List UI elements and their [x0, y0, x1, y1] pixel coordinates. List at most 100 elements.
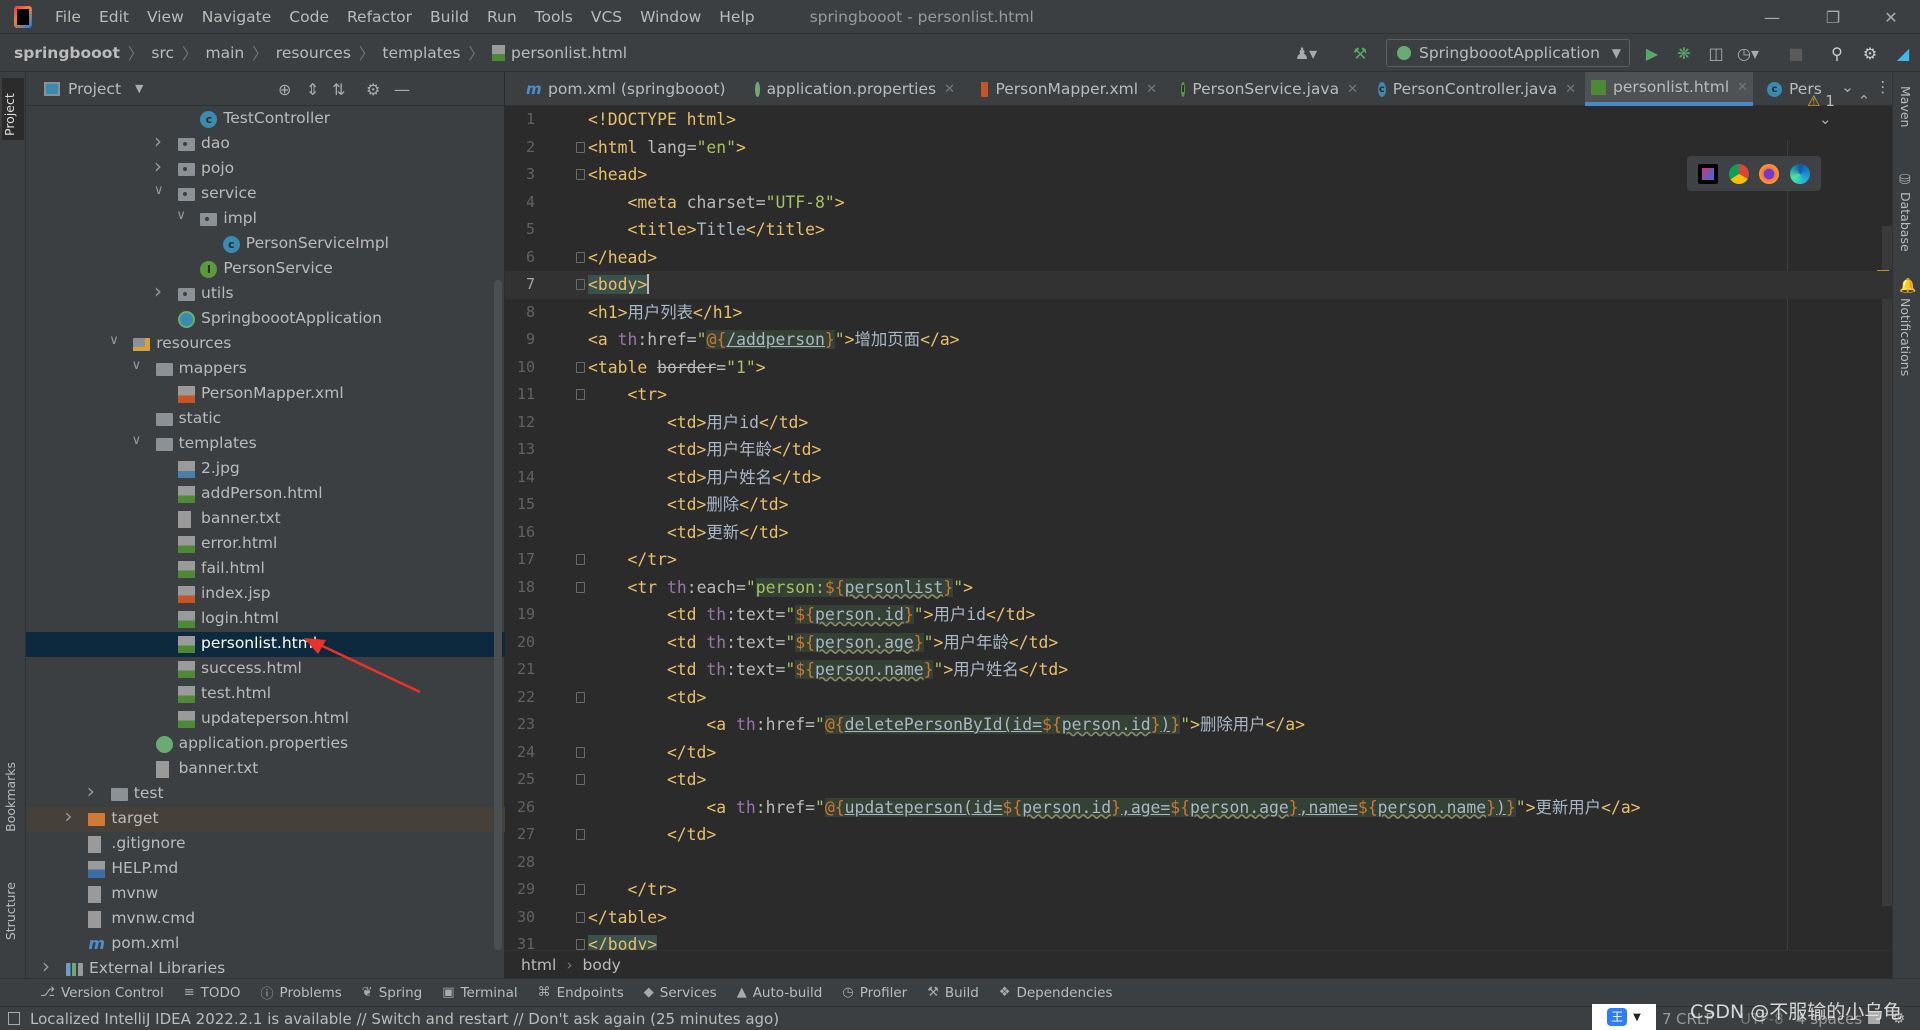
menu-tools[interactable]: Tools — [526, 8, 582, 26]
tree-item[interactable]: application.properties — [26, 732, 505, 757]
close-tab-icon[interactable]: ✕ — [1347, 82, 1358, 97]
fold-marker-icon[interactable] — [576, 554, 585, 565]
caret-position[interactable]: 7 — [1662, 1010, 1672, 1028]
input-method-menu-icon[interactable]: ▼ — [1633, 1012, 1641, 1023]
menu-build[interactable]: Build — [421, 8, 478, 26]
fold-marker-icon[interactable] — [576, 884, 585, 895]
build-hammer-icon[interactable]: ⚒ — [1350, 43, 1370, 63]
code-line[interactable]: 15 <td>删除</td> — [505, 491, 1892, 519]
tree-item[interactable]: index.jsp — [26, 582, 505, 607]
close-tab-icon[interactable]: ✕ — [1737, 80, 1748, 95]
code-line[interactable]: 30 </table> — [505, 904, 1892, 932]
tree-item[interactable]: error.html — [26, 532, 505, 557]
fold-marker-icon[interactable] — [576, 691, 585, 703]
close-button[interactable]: ✕ — [1868, 0, 1914, 34]
tree-item[interactable]: › dao — [26, 129, 505, 157]
tool-window-terminal[interactable]: ▣ Terminal — [442, 985, 517, 1001]
tree-item[interactable]: banner.txt — [26, 507, 505, 532]
chevron-down-icon[interactable]: ∨ — [109, 333, 123, 348]
fold-marker-icon[interactable] — [576, 774, 585, 785]
code-line[interactable]: 31 </body> — [505, 931, 1892, 950]
code-line[interactable]: 9 <a th:href="@{/addperson}">增加页面</a> — [505, 326, 1892, 354]
coverage-icon[interactable]: ◫ — [1706, 43, 1726, 63]
fold-marker-icon[interactable] — [576, 279, 585, 290]
chevron-right-icon[interactable]: › — [42, 954, 56, 978]
stripe-notifications[interactable]: Notifications — [1898, 298, 1913, 376]
tree-item[interactable]: updateperson.html — [26, 707, 505, 732]
chevron-down-icon[interactable]: ∨ — [154, 183, 168, 198]
fold-marker-icon[interactable] — [576, 581, 585, 593]
menu-file[interactable]: File — [46, 8, 90, 26]
gear-icon[interactable]: ⚙ — [1860, 43, 1880, 63]
code-line[interactable]: 22 <td> — [505, 684, 1892, 712]
fold-marker-icon[interactable] — [576, 911, 585, 923]
fold-marker-icon[interactable] — [576, 746, 585, 758]
code-line[interactable]: 12 <td>用户id</td> — [505, 409, 1892, 437]
tree-item[interactable]: ∨ resources — [26, 332, 505, 357]
menu-navigate[interactable]: Navigate — [193, 8, 281, 26]
code-line[interactable]: 2 <html lang="en"> — [505, 134, 1892, 162]
code-line[interactable]: 21 <td th:text="${person.name}">用户姓名</td… — [505, 656, 1892, 684]
menu-run[interactable]: Run — [478, 8, 526, 26]
hide-panel-icon[interactable]: — — [394, 80, 410, 99]
code-line[interactable]: 19 <td th:text="${person.id}">用户id</td> — [505, 601, 1892, 629]
menu-refactor[interactable]: Refactor — [338, 8, 421, 26]
tree-item[interactable]: static — [26, 407, 505, 432]
tree-item[interactable]: 2.jpg — [26, 457, 505, 482]
tree-item[interactable]: mvnw.cmd — [26, 907, 505, 932]
code-line[interactable]: 23 <a th:href="@{deletePersonById(id=${p… — [505, 711, 1892, 739]
tree-item[interactable]: › test — [26, 779, 505, 807]
next-highlight-icon[interactable]: ⌄ — [1819, 110, 1832, 128]
previous-highlight-icon[interactable]: ⌃ — [1858, 92, 1871, 110]
user-icon[interactable]: ♟▾ — [1295, 43, 1317, 63]
chevron-right-icon[interactable]: › — [87, 779, 101, 803]
code-line[interactable]: 14 <td>用户姓名</td> — [505, 464, 1892, 492]
stripe-maven[interactable]: Maven — [1898, 86, 1913, 127]
tree-item[interactable]: ∨ templates — [26, 432, 505, 457]
tool-window-todo[interactable]: ≡ TODO — [184, 985, 241, 1001]
tab-personcontroller-java[interactable]: c PersonController.java ✕ — [1372, 72, 1576, 106]
code-line[interactable]: 29 </tr> — [505, 876, 1892, 904]
close-tab-icon[interactable]: ✕ — [1565, 82, 1576, 97]
debug-icon[interactable]: ❋ — [1674, 43, 1694, 63]
locate-file-icon[interactable]: ⊕ — [278, 80, 291, 99]
tree-item[interactable]: SpringboootApplication — [26, 307, 505, 332]
code-line[interactable]: 7 <body> — [505, 271, 1892, 299]
code-line[interactable]: 27 </td> — [505, 821, 1892, 849]
tool-window-problems[interactable]: ⓘ Problems — [261, 983, 342, 1003]
restore-button[interactable]: ❐ — [1810, 0, 1856, 34]
tree-item[interactable]: HELP.md — [26, 857, 505, 882]
tree-item[interactable]: › utils — [26, 279, 505, 307]
editor-breadcrumb-html[interactable]: html — [521, 956, 556, 974]
menu-window[interactable]: Window — [631, 8, 710, 26]
tool-window-profiler[interactable]: ◷ Profiler — [842, 985, 907, 1001]
editor-breadcrumb-body[interactable]: body — [583, 956, 621, 974]
search-icon[interactable]: ⚲ — [1827, 43, 1847, 63]
gear-icon[interactable]: ⚙ — [366, 80, 380, 99]
fold-marker-icon[interactable] — [576, 361, 585, 373]
tree-item[interactable]: mvnw — [26, 882, 505, 907]
chrome-icon[interactable] — [1728, 163, 1749, 184]
code-line[interactable]: 1 <!DOCTYPE html> — [505, 106, 1892, 134]
code-line[interactable]: 25 <td> — [505, 766, 1892, 794]
code-line[interactable]: 10 <table border="1"> — [505, 354, 1892, 382]
fold-marker-icon[interactable] — [576, 169, 585, 180]
code-line[interactable]: 28 — [505, 849, 1892, 877]
code-line[interactable]: 4 <meta charset="UTF-8"> — [505, 189, 1892, 217]
breadcrumb-main[interactable]: main — [206, 44, 245, 62]
tab-pom-xml-springbooot-[interactable]: mpom.xml (springbooot)✕ — [520, 72, 732, 106]
chevron-down-icon[interactable]: ∨ — [132, 358, 146, 373]
menu-help[interactable]: Help — [710, 8, 763, 26]
code-line[interactable]: 5 <title>Title</title> — [505, 216, 1892, 244]
tree-item[interactable]: › pojo — [26, 154, 505, 182]
code-line[interactable]: 6 </head> — [505, 244, 1892, 272]
chevron-right-icon[interactable]: › — [154, 154, 168, 178]
menu-view[interactable]: View — [138, 8, 193, 26]
tab-personservice-java[interactable]: I PersonService.java ✕ — [1175, 72, 1358, 106]
edge-icon[interactable] — [1789, 163, 1810, 184]
tree-item[interactable]: ∨ service — [26, 182, 505, 207]
chevron-right-icon[interactable]: › — [64, 804, 78, 828]
code-area[interactable]: 1 <!DOCTYPE html> 2 <html lang="en"> 3 <head>… — [505, 106, 1892, 950]
chevron-down-icon[interactable]: ∨ — [176, 208, 190, 223]
breadcrumb-src[interactable]: src — [151, 44, 174, 62]
